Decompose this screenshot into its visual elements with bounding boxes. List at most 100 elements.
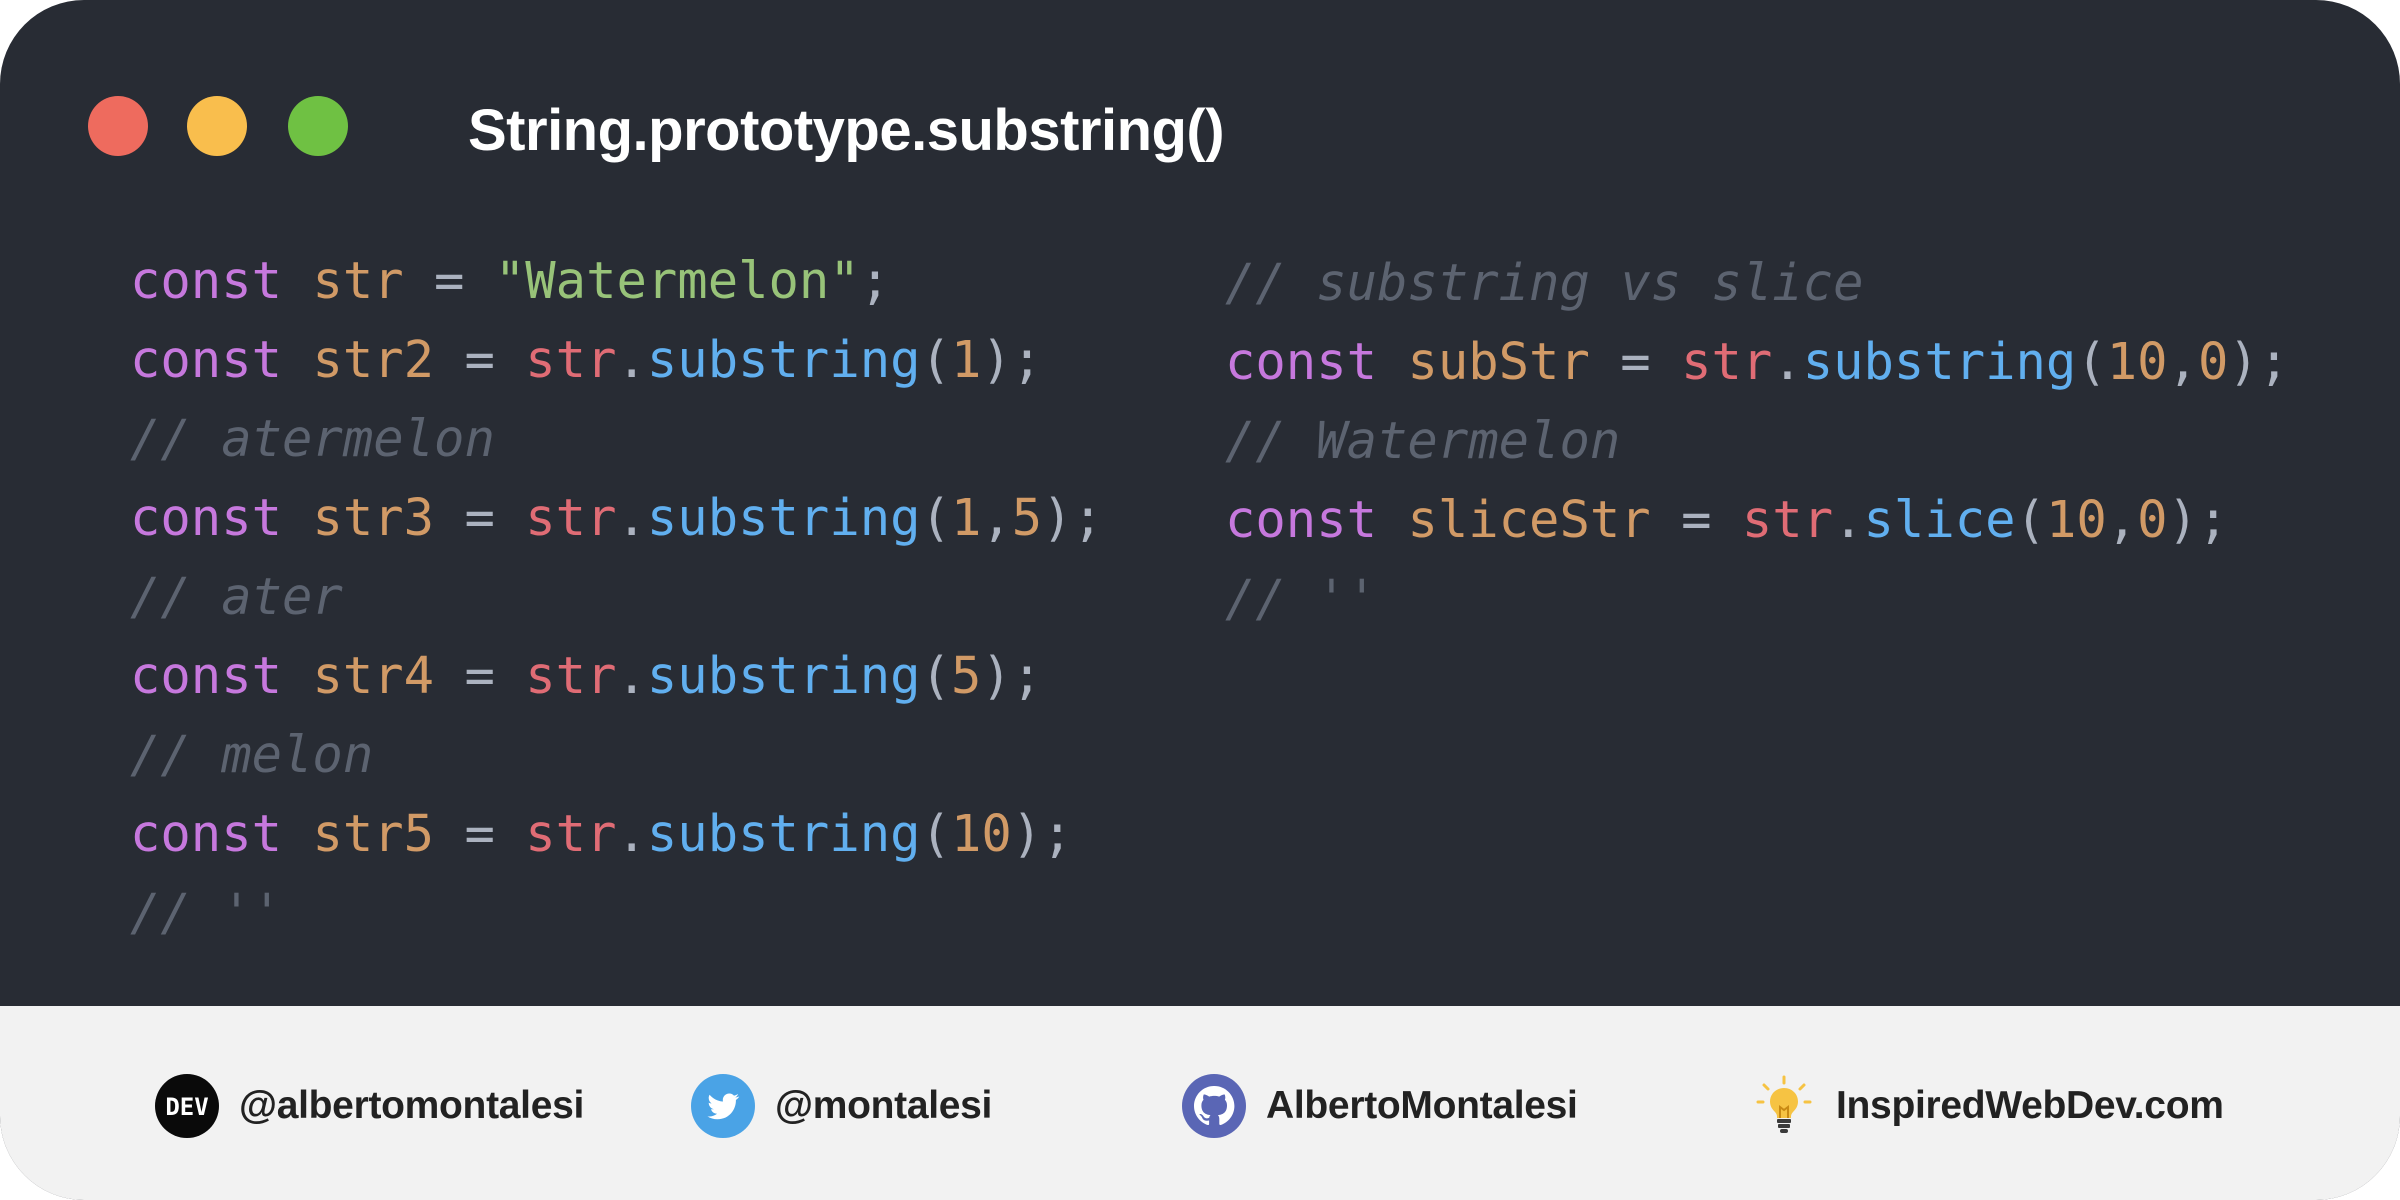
close-window-dot[interactable] [88,96,148,156]
code-token: substring [646,488,921,547]
code-token: . [1833,490,1864,549]
code-token: ( [920,646,951,705]
window-title: String.prototype.substring() [468,98,1225,163]
twitter-handle-label: @montalesi [775,1084,993,1127]
code-token: str2 [312,330,435,389]
dev-logo-icon: DEV [155,1074,219,1138]
code-token: ); [2228,332,2290,391]
github-handle-label: AlbertoMontalesi [1266,1084,1578,1127]
code-token: str5 [312,804,435,863]
code-token: substring [1802,332,2077,391]
code-line: // atermelon [130,406,1103,485]
code-line: const str3 = str.substring(1,5); [130,485,1103,564]
twitter-bird-icon [691,1074,755,1138]
code-block-right: // substring vs slice const subStr = str.… [1225,250,2289,645]
code-token: 10 [2045,490,2107,549]
code-token: = [434,488,526,547]
code-token: ); [981,646,1043,705]
code-token: 10 [950,804,1012,863]
code-token: 5 [1011,488,1043,547]
lightbulb-icon [1756,1075,1812,1133]
code-token: 0 [2197,332,2229,391]
code-token: ( [2076,332,2107,391]
dev-profile-link[interactable]: DEV @albertomontalesi [155,1066,584,1146]
code-token: str [312,251,404,310]
github-profile-link[interactable]: AlbertoMontalesi [1182,1066,1578,1146]
code-token: const [130,646,283,705]
code-token: = [434,330,526,389]
code-token: 1 [950,488,982,547]
code-token: const [130,804,283,863]
code-token: const [1225,332,1378,391]
github-octocat-icon [1182,1074,1246,1138]
dev-handle-label: @albertomontalesi [239,1084,585,1127]
twitter-profile-link[interactable]: @montalesi [691,1066,992,1146]
code-token: = [1589,332,1682,391]
code-line: const str2 = str.substring(1); [130,327,1103,406]
code-token: ( [920,330,951,389]
dev-logo-text: DEV [165,1093,208,1121]
code-token: ); [981,330,1043,389]
code-token: str [525,488,617,547]
code-token: "Watermelon" [494,251,860,310]
code-token: = [434,804,526,863]
code-token: substring [646,646,921,705]
code-token: ; [859,251,891,310]
code-comment: // '' [1225,569,1378,628]
code-comment: // substring vs slice [1225,253,1864,312]
code-token: sliceStr [1407,490,1651,549]
code-comment: // Watermelon [1225,411,1621,470]
code-token: substring [646,330,921,389]
code-token: str [525,330,617,389]
window-titlebar: String.prototype.substring() [0,0,2400,230]
code-comment: // melon [130,725,374,784]
code-line: const str4 = str.substring(5); [130,643,1103,722]
code-token: ( [920,488,951,547]
minimize-window-dot[interactable] [187,96,247,156]
code-token: str [1681,332,1773,391]
code-token: . [1772,332,1803,391]
code-comment: // '' [130,883,283,942]
code-token: . [616,488,647,547]
code-token: , [2167,332,2198,391]
code-token: . [616,646,647,705]
code-token: 10 [2106,332,2168,391]
code-token: const [1225,490,1378,549]
code-token: str [1741,490,1834,549]
code-token: const [130,251,283,310]
code-line: // substring vs slice [1225,250,2289,329]
website-label: InspiredWebDev.com [1836,1084,2224,1127]
code-line: const sliceStr = str.slice(10,0); [1225,487,2289,566]
code-line: const str = "Watermelon"; [130,248,1103,327]
code-token: = [1650,490,1742,549]
code-line: // '' [130,880,1103,959]
maximize-window-dot[interactable] [288,96,348,156]
code-line: // melon [130,722,1103,801]
social-footer: DEV @albertomontalesi @montalesi Alberto… [0,1006,2400,1200]
code-token: 5 [950,646,982,705]
code-token: subStr [1407,332,1590,391]
code-token: = [403,251,495,310]
code-line: // ater [130,564,1103,643]
code-token: ); [2167,490,2229,549]
code-token: = [434,646,526,705]
code-line: const str5 = str.substring(10); [130,801,1103,880]
code-token: . [616,804,647,863]
code-line: const subStr = str.substring(10,0); [1225,329,2289,408]
code-comment: // ater [130,567,343,626]
code-token: str [525,804,617,863]
code-token: substring [646,804,921,863]
code-token: slice [1863,490,2016,549]
website-link[interactable]: InspiredWebDev.com [1752,1066,2224,1146]
code-comment: // atermelon [130,409,495,468]
code-line: // Watermelon [1225,408,2289,487]
code-token: ( [2015,490,2046,549]
code-token: str4 [312,646,435,705]
